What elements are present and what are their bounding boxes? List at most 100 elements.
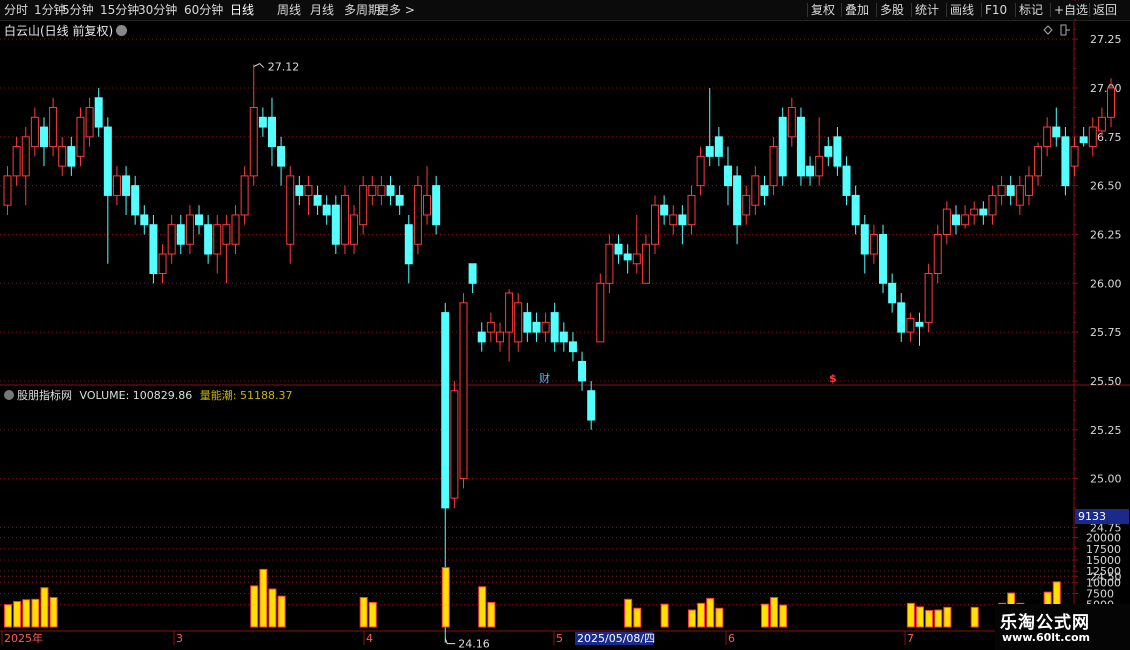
price-axis-label: 25.25 <box>1090 424 1122 437</box>
price-axis-label: 26.25 <box>1090 228 1122 241</box>
financial-report-marker: 财 <box>539 371 550 385</box>
candle-body-down <box>796 116 805 177</box>
candle-body-up <box>751 175 760 206</box>
candle-body-down <box>559 331 568 343</box>
watermark: 乐淘公式网 www.60lt.com <box>995 604 1130 650</box>
candle-body-down <box>860 224 869 255</box>
candle-body-up <box>58 146 67 167</box>
candle-body-down <box>550 312 559 343</box>
candle-body-up <box>158 253 167 275</box>
candle-body-down <box>778 116 787 177</box>
candle-body-down <box>404 224 413 265</box>
diamond-icon <box>1043 25 1053 35</box>
candle-body-down <box>568 341 577 353</box>
volume-bar <box>760 603 769 628</box>
candle-body-up <box>12 146 21 177</box>
candle-body-up <box>413 185 422 245</box>
candle-body-up <box>961 214 970 226</box>
panel-expand-icon <box>1060 24 1070 36</box>
candle-body-down <box>395 194 404 206</box>
candle-body-up <box>924 273 933 323</box>
candle-body-up <box>249 107 258 177</box>
candle-body-down <box>951 214 960 226</box>
candle-body-up <box>359 185 368 226</box>
candle-body-down <box>94 97 103 128</box>
candle-body-up <box>641 243 650 284</box>
candle-body-up <box>1015 185 1024 206</box>
candle-body-down <box>195 214 204 226</box>
candle-body-down <box>833 136 842 167</box>
candle-body-down <box>39 126 48 148</box>
volume-bar <box>633 607 642 628</box>
candle-body-down <box>432 185 441 226</box>
candle-body-up <box>906 317 915 333</box>
candle-body-up <box>687 194 696 226</box>
candle-body-down <box>322 204 331 216</box>
volume-bar <box>943 606 952 628</box>
candle-body-up <box>997 185 1006 196</box>
volume-bar <box>770 597 779 628</box>
kline-chart[interactable]: 27.5027.2527.0026.7526.5026.2526.0025.75… <box>0 0 1130 650</box>
candle-body-up <box>185 214 194 245</box>
low-price-label: 24.16 <box>458 638 490 650</box>
candle-body-down <box>760 185 769 196</box>
volume-bar <box>49 597 58 628</box>
candle-body-down <box>277 146 286 167</box>
candle-body-down <box>587 390 596 421</box>
x-axis-label: 2025年 <box>4 631 43 645</box>
candle-body-up <box>495 331 504 343</box>
volume-bar <box>697 602 706 628</box>
candle-body-down <box>131 185 140 216</box>
candle-body-up <box>970 208 979 216</box>
candle-body-up <box>450 390 459 499</box>
candle-body-up <box>30 116 39 148</box>
volume-bar <box>22 599 31 628</box>
candle-body-up <box>76 116 85 157</box>
volume-bar <box>934 609 943 628</box>
price-axis-label: 25.50 <box>1090 375 1122 388</box>
volume-bar <box>660 603 669 628</box>
volume-bar <box>13 601 22 628</box>
candle-body-up <box>669 214 678 226</box>
candle-body-down <box>532 321 541 333</box>
price-axis-label: 26.00 <box>1090 277 1122 290</box>
candle-body-down <box>733 175 742 226</box>
volume-bar <box>715 607 724 628</box>
candle-body-up <box>1088 126 1097 148</box>
candle-body-down <box>468 263 477 284</box>
candle-body-up <box>505 292 514 333</box>
price-axis-label: 26.50 <box>1090 180 1122 193</box>
watermark-title: 乐淘公式网 <box>1000 613 1090 633</box>
volume-bar <box>268 588 277 628</box>
candle-body-up <box>541 321 550 333</box>
volume-bar <box>31 598 40 628</box>
x-axis-label: 5 <box>556 632 563 645</box>
candle-body-down <box>103 126 112 196</box>
candle-body-up <box>112 175 121 196</box>
candle-body-down <box>267 116 276 148</box>
price-axis-label: 27.25 <box>1090 33 1122 46</box>
candle-body-up <box>869 233 878 255</box>
candle-body-down <box>1061 136 1070 187</box>
volume-bar <box>916 606 924 628</box>
candle-body-up <box>514 302 523 343</box>
candle-body-up <box>350 214 359 245</box>
candle-body-down <box>295 185 304 196</box>
candle-body-down <box>122 175 131 196</box>
volume-bar <box>478 586 487 628</box>
candle-body-up <box>167 224 176 255</box>
x-axis-label: 4 <box>366 632 373 645</box>
candle-body-down <box>67 146 76 167</box>
volume-bar <box>368 601 377 628</box>
volume-bar <box>688 609 696 628</box>
candle-body-down <box>523 312 532 333</box>
candle-body-down <box>842 165 851 196</box>
candle-body-up <box>942 208 951 235</box>
candle-body-down <box>204 224 213 255</box>
candle-body-up <box>1043 126 1052 148</box>
candle-body-down <box>441 312 450 509</box>
candle-body-up <box>815 155 824 177</box>
candle-body-down <box>1079 136 1088 144</box>
candle-body-down <box>888 282 897 304</box>
candle-body-up <box>3 175 12 206</box>
